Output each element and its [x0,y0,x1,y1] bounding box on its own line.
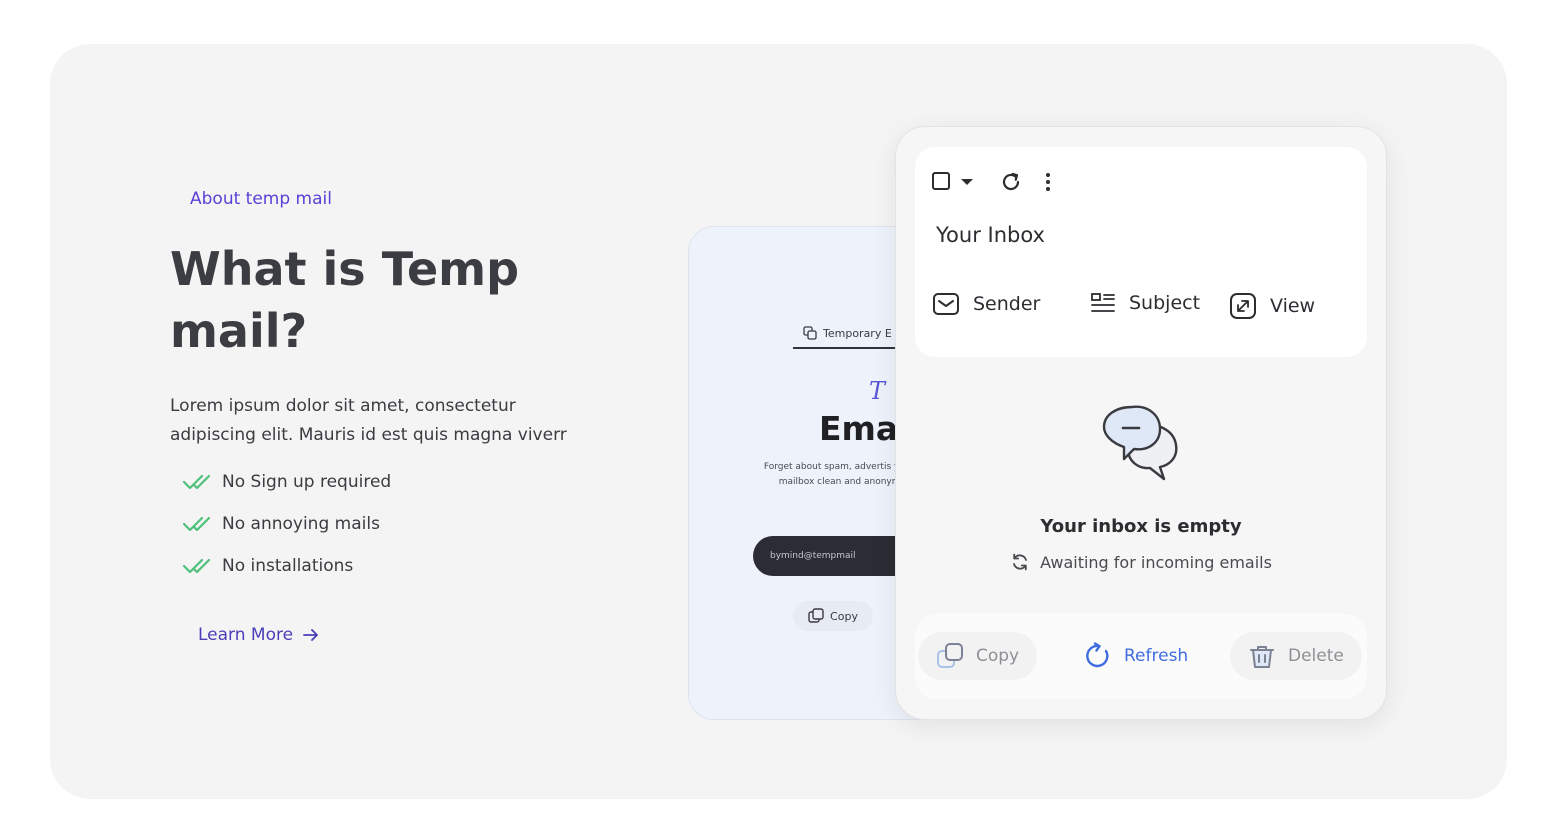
section-description: Lorem ipsum dolor sit amet, consectetur … [170,396,567,445]
expand-icon [1230,293,1256,319]
copy-button[interactable]: Copy [793,601,873,631]
sender-column[interactable]: Sender [932,292,1040,316]
chat-bubbles-icon [1102,405,1178,481]
feature-label: No Sign up required [222,472,392,492]
section-eyebrow: About temp mail [190,189,332,209]
refresh-icon [1086,642,1109,668]
feature-item: No Sign up required [182,461,391,503]
empty-state-subtitle: Awaiting for incoming emails [1040,552,1272,572]
handwritten-accent: T [869,377,886,405]
learn-more-label: Learn More [198,625,294,645]
feature-label: No installations [222,556,354,576]
inbox-card: Your Inbox Sender Subject View Your inbo… [895,126,1387,720]
empty-state-title: Your inbox is empty [1040,516,1242,537]
feature-label: No annoying mails [222,514,380,534]
sender-label: Sender [973,293,1041,315]
copy-button[interactable]: Copy [918,632,1038,680]
refresh-label: Refresh [1124,646,1189,666]
trash-icon [1250,646,1274,668]
page-title: What is Temp mail? [170,242,520,358]
arrow-right-icon [303,629,318,641]
list-icon [1091,293,1115,312]
more-vert-icon[interactable] [1044,171,1052,193]
copy-icon [803,326,817,340]
feature-list: No Sign up required No annoying mails No… [182,461,391,587]
inbox-title: Your Inbox [936,223,1045,247]
learn-more-link[interactable]: Learn More [198,625,319,645]
reload-icon[interactable] [1000,171,1022,193]
feature-item: No annoying mails [182,503,391,545]
check-icon [182,474,211,490]
feature-item: No installations [182,545,391,587]
check-icon [182,558,211,574]
action-bar: Copy Refresh Delete [915,614,1367,699]
copy-icon [808,608,824,623]
subject-label: Subject [1129,292,1201,314]
delete-label: Delete [1288,646,1344,666]
copy-label: Copy [976,646,1020,666]
delete-button[interactable]: Delete [1230,632,1362,680]
caret-down-icon[interactable] [960,177,974,187]
tab-label: Temporary E [823,326,892,340]
empty-state-status: Awaiting for incoming emails [896,552,1386,572]
sync-icon [1013,553,1027,571]
envelope-icon [933,293,959,315]
subject-column[interactable]: Subject [1090,292,1200,314]
view-column[interactable]: View [1229,292,1315,320]
copy-label: Copy [830,609,858,623]
checkbox-icon[interactable] [931,171,951,191]
inbox-header [915,147,1367,357]
view-label: View [1270,295,1316,317]
refresh-button[interactable]: Refresh [1066,632,1206,680]
copy-icon [937,643,963,668]
check-icon [182,516,211,532]
